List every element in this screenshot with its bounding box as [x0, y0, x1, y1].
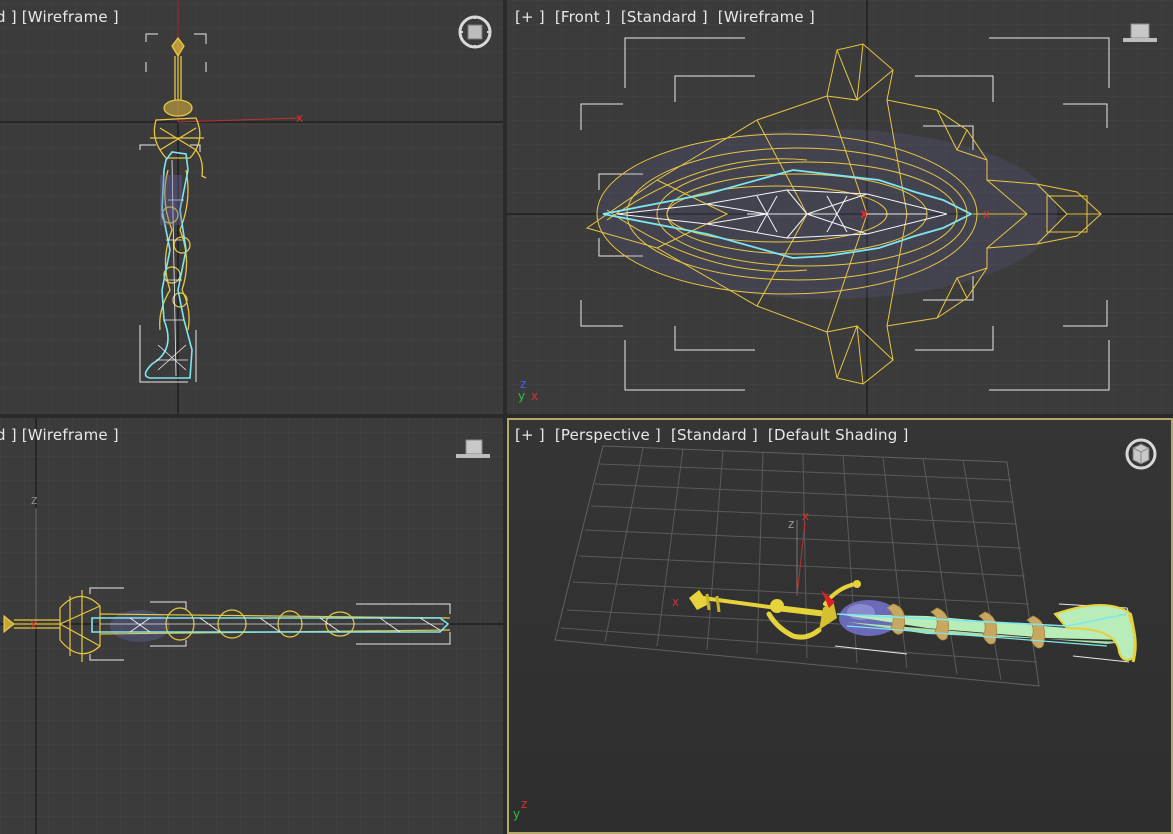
pivot-marker: x	[983, 207, 990, 221]
viewport-menu-point-of-view[interactable]: [Front ]	[555, 8, 611, 26]
svg-text:y: y	[513, 807, 520, 821]
viewport-top[interactable]: x d] [Wireframe]	[0, 0, 503, 414]
axis-x-label: x	[802, 509, 809, 523]
pivot-marker: x	[860, 207, 869, 222]
axis-x-label: x	[296, 111, 303, 125]
viewport-menu-point-of-view[interactable]: [Perspective ]	[555, 426, 661, 444]
viewport-menu-standard[interactable]: [Standard ]	[621, 8, 708, 26]
orbit-icon[interactable]	[1121, 436, 1161, 476]
pivot-axis-line	[796, 521, 806, 597]
viewport-grid: x x z y x	[507, 0, 1173, 414]
viewport-menu-shading[interactable]: [Wireframe ]	[22, 8, 119, 26]
svg-text:x: x	[531, 389, 538, 403]
viewport-label-left: d ] [Wireframe ]	[0, 426, 129, 444]
pivot-marker: x	[30, 617, 37, 631]
viewport-label-front: [+ ] [Front ] [Standard ] [Wireframe ]	[515, 8, 825, 26]
sword-shaded[interactable]: x	[672, 580, 1137, 663]
viewport-menu-shading[interactable]: [Wireframe ]	[22, 426, 119, 444]
axis-tripod: z y	[513, 797, 527, 821]
viewport-menu-shading[interactable]: [Wireframe ]	[718, 8, 815, 26]
viewport-grid: z x x z y	[513, 445, 1137, 821]
pivot-marker: x	[672, 595, 679, 609]
viewport-menu-shading[interactable]: [Default Shading ]	[768, 426, 909, 444]
axis-z-label: z	[31, 493, 37, 507]
viewport-left[interactable]: z x d ] [Wireframe]	[0, 418, 503, 834]
viewport-label-top: d ] [Wireframe ]	[0, 8, 129, 26]
viewport-divider-horizontal[interactable]	[0, 414, 1173, 418]
viewport-label-perspective: [+ ] [Perspective ] [Standard ] [Default Sh…	[515, 426, 919, 444]
svg-text:z: z	[521, 797, 527, 811]
viewport-menu-standard[interactable]: [Standard ]	[671, 426, 758, 444]
viewcube-icon[interactable]	[455, 14, 495, 54]
svg-text:y: y	[518, 389, 525, 403]
viewcube-icon[interactable]	[454, 436, 494, 466]
viewcube-icon[interactable]	[1121, 18, 1161, 48]
viewport-menu-general[interactable]: d ]	[0, 8, 17, 26]
viewport-perspective[interactable]: z x x z y [+] [Perspective] [Standard …	[507, 418, 1173, 834]
viewport-grid: z x	[0, 418, 503, 834]
viewport-front[interactable]: x x z y x [+ ] [Front ] [Standard ] [Wirefr…	[507, 0, 1173, 414]
viewport-menu-general[interactable]: d ]	[0, 426, 17, 444]
viewport-menu-general[interactable]: [+ ]	[515, 426, 545, 444]
axis-z-label: z	[788, 517, 794, 531]
viewport-menu-general[interactable]: [+ ]	[515, 8, 545, 26]
viewport-grid: x	[0, 0, 503, 414]
